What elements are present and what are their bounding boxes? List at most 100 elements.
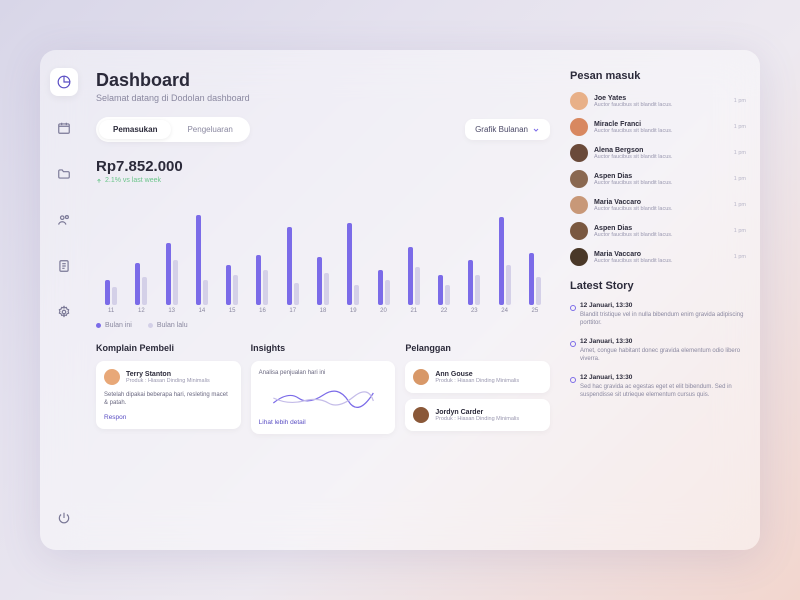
- bar-label: 19: [350, 308, 357, 314]
- bar-current: [408, 247, 413, 305]
- inbox-message[interactable]: Miracle FranciAuctor faucibus sit blandi…: [570, 118, 746, 136]
- story-text: Blandit tristique vel in nulla bibendum …: [580, 311, 746, 328]
- bar-group: 17: [282, 205, 304, 314]
- customer-item[interactable]: Jordyn CarderProduk : Hiasan Dinding Min…: [405, 399, 550, 431]
- story-date: 12 Januari, 13:30: [580, 374, 746, 381]
- bar-label: 11: [108, 308, 114, 314]
- msg-name: Maria Vaccaro: [594, 251, 728, 258]
- bar-group: 12: [130, 205, 152, 314]
- msg-name: Alena Bergson: [594, 147, 728, 154]
- sidebar-item-folder[interactable]: [50, 160, 78, 188]
- bar-previous: [233, 275, 238, 305]
- folder-icon: [57, 167, 71, 181]
- sidebar-item-calendar[interactable]: [50, 114, 78, 142]
- inbox-list: Joe YatesAuctor faucibus sit blandit lac…: [570, 92, 746, 274]
- bar-label: 22: [441, 308, 448, 314]
- bar-label: 15: [229, 308, 236, 314]
- msg-time: 1 pm: [734, 124, 746, 130]
- inbox-message[interactable]: Maria VaccaroAuctor faucibus sit blandit…: [570, 196, 746, 214]
- tab-income[interactable]: Pemasukan: [99, 120, 171, 139]
- story-date: 12 Januari, 13:30: [580, 302, 746, 309]
- sidebar-item-users[interactable]: [50, 206, 78, 234]
- bar-previous: [415, 267, 420, 305]
- msg-preview: Auctor faucibus sit blandit lacus.: [594, 206, 728, 212]
- bar-previous: [475, 275, 480, 305]
- gear-icon: [57, 305, 71, 319]
- msg-preview: Auctor faucibus sit blandit lacus.: [594, 180, 728, 186]
- arrow-up-icon: [96, 178, 102, 184]
- cards-row: Komplain Pembeli Terry Stanton Produk : …: [96, 343, 550, 434]
- msg-name: Miracle Franci: [594, 121, 728, 128]
- card-body[interactable]: Terry Stanton Produk : Hiasan Dinding Mi…: [96, 361, 241, 429]
- story-item[interactable]: 12 Januari, 13:30Amet, congue habitant d…: [570, 338, 746, 364]
- card-body[interactable]: Analisa penjualan hari ini Lihat lebih d…: [251, 361, 396, 434]
- bar-group: 21: [403, 205, 425, 314]
- bar-label: 25: [532, 308, 539, 314]
- bar-previous: [203, 280, 208, 305]
- page-title: Dashboard: [96, 70, 550, 91]
- bar-previous: [506, 265, 511, 305]
- sidebar-item-settings[interactable]: [50, 298, 78, 326]
- msg-time: 1 pm: [734, 254, 746, 260]
- user-name: Jordyn Carder: [435, 409, 542, 416]
- msg-time: 1 pm: [734, 176, 746, 182]
- bar-group: 13: [161, 205, 183, 314]
- sidebar-item-notes[interactable]: [50, 252, 78, 280]
- msg-preview: Auctor faucibus sit blandit lacus.: [594, 154, 728, 160]
- inbox-message[interactable]: Alena BergsonAuctor faucibus sit blandit…: [570, 144, 746, 162]
- amount-change: 2.1% vs last week: [96, 177, 550, 184]
- user-sub: Produk : Hiasan Dinding Minimalis: [435, 378, 542, 384]
- msg-time: 1 pm: [734, 228, 746, 234]
- inbox-title: Pesan masuk: [570, 70, 746, 82]
- bar-current: [499, 217, 504, 305]
- sidebar-item-power[interactable]: [50, 504, 78, 532]
- bar-current: [317, 257, 322, 305]
- bar-label: 13: [168, 308, 175, 314]
- bar-group: 18: [312, 205, 334, 314]
- legend-item-b: Bulan lalu: [148, 322, 188, 329]
- msg-preview: Auctor faucibus sit blandit lacus.: [594, 102, 728, 108]
- user-name: Ann Gouse: [435, 371, 542, 378]
- respond-link[interactable]: Respon: [104, 414, 233, 421]
- chevron-down-icon: [532, 126, 540, 134]
- bar-group: 23: [463, 205, 485, 314]
- inbox-message[interactable]: Aspen DiasAuctor faucibus sit blandit la…: [570, 170, 746, 188]
- avatar: [570, 170, 588, 188]
- bar-current: [166, 243, 171, 305]
- inbox-message[interactable]: Maria VaccaroAuctor faucibus sit blandit…: [570, 248, 746, 266]
- tab-expense[interactable]: Pengeluaran: [173, 120, 246, 139]
- bar-current: [287, 227, 292, 305]
- user-sub: Produk : Hiasan Dinding Minimalis: [126, 378, 233, 384]
- msg-time: 1 pm: [734, 202, 746, 208]
- bar-group: 19: [342, 205, 364, 314]
- card-title: Komplain Pembeli: [96, 343, 241, 353]
- detail-link[interactable]: Lihat lebih detail: [259, 419, 388, 426]
- bar-label: 21: [410, 308, 417, 314]
- avatar: [413, 407, 429, 423]
- avatar: [104, 369, 120, 385]
- avatar: [570, 248, 588, 266]
- chart-legend: Bulan ini Bulan lalu: [96, 322, 550, 329]
- bar-current: [378, 270, 383, 305]
- stories-title: Latest Story: [570, 280, 746, 292]
- msg-name: Joe Yates: [594, 95, 728, 102]
- calendar-icon: [57, 121, 71, 135]
- bar-label: 16: [259, 308, 266, 314]
- bar-current: [226, 265, 231, 305]
- story-item[interactable]: 12 Januari, 13:30 Blandit tristique vel i…: [570, 302, 746, 328]
- bar-previous: [173, 260, 178, 305]
- customer-item[interactable]: Ann GouseProduk : Hiasan Dinding Minimal…: [405, 361, 550, 393]
- msg-name: Aspen Dias: [594, 225, 728, 232]
- story-item[interactable]: 12 Januari, 13:30Sed hac gravida ac eges…: [570, 374, 746, 400]
- story-text: Amet, congue habitant donec gravida elem…: [580, 347, 746, 364]
- bar-previous: [294, 283, 299, 305]
- bar-current: [438, 275, 443, 305]
- period-dropdown[interactable]: Grafik Bulanan: [465, 119, 550, 140]
- bar-current: [105, 280, 110, 305]
- inbox-message[interactable]: Joe YatesAuctor faucibus sit blandit lac…: [570, 92, 746, 110]
- bar-group: 20: [372, 205, 394, 314]
- inbox-message[interactable]: Aspen DiasAuctor faucibus sit blandit la…: [570, 222, 746, 240]
- bar-previous: [536, 277, 541, 305]
- sidebar-item-dashboard[interactable]: [50, 68, 78, 96]
- page-subtitle: Selamat datang di Dodolan dashboard: [96, 93, 550, 103]
